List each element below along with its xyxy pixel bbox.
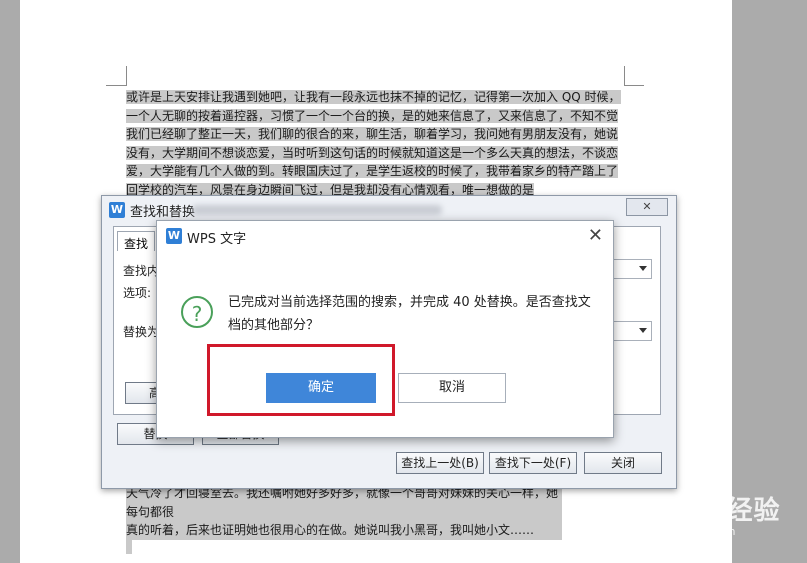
message-text: 已完成对当前选择范围的搜索，并完成 40 处替换。是否查找文档的其他部分？ xyxy=(228,295,591,333)
find-content-label: 查找内 xyxy=(123,264,160,278)
replace-with-label: 替换为 xyxy=(123,325,160,339)
close-icon[interactable]: ✕ xyxy=(588,225,603,246)
doc-line: 天气冷了才回寝室去。我还嘱咐她好多好多，就像一个哥哥对妹妹的关心一样，她每句都很 xyxy=(126,486,559,519)
find-replace-titlebar[interactable]: W 查找和替换 ✕ xyxy=(102,196,676,223)
close-icon[interactable]: ✕ xyxy=(626,198,668,216)
document-text-bottom[interactable]: 天气冷了才回寝室去。我还嘱咐她好多好多，就像一个哥哥对妹妹的关心一样，她每句都很… xyxy=(126,484,562,540)
document-text[interactable]: 或许是上天安排让我遇到她吧，让我有一段永远也抹不掉的记忆，记得第一次加入 QQ … xyxy=(126,88,624,200)
tab-find[interactable]: 查找 xyxy=(117,231,155,251)
doc-line: 或许是上天安排让我遇到她吧，让我有一段永远也抹不掉的记忆，记得第一次加入 QQ … xyxy=(126,90,621,104)
baidu-jingyan-watermark: Bai du 经验 jingyan.baidu.com xyxy=(618,490,781,538)
blurred-title-area xyxy=(192,205,442,215)
margin-mark-right-h xyxy=(624,85,644,86)
message-title: WPS 文字 xyxy=(187,232,247,247)
chevron-down-icon[interactable] xyxy=(639,266,647,271)
wps-app-icon: W xyxy=(166,228,182,244)
find-previous-button[interactable]: 查找上一处(B) xyxy=(396,452,484,474)
margin-mark-left-v xyxy=(126,66,127,86)
cancel-button[interactable]: 取消 xyxy=(398,373,506,403)
chevron-down-icon[interactable] xyxy=(639,328,647,333)
find-next-button[interactable]: 查找下一处(F) xyxy=(489,452,577,474)
selection-stub xyxy=(126,536,132,554)
find-replace-title: 查找和替换 xyxy=(130,205,196,220)
watermark-brand: Bai du 经验 xyxy=(618,496,781,526)
wps-app-icon: W xyxy=(109,202,125,218)
message-titlebar[interactable]: W WPS 文字 ✕ xyxy=(157,221,613,251)
margin-mark-right-v xyxy=(624,66,625,86)
close-button[interactable]: 关闭 xyxy=(584,452,662,474)
margin-mark-left-h xyxy=(106,85,126,86)
options-label: 选项: xyxy=(123,286,152,300)
highlight-annotation-box xyxy=(207,344,395,416)
question-icon: ? xyxy=(181,296,213,328)
doc-line: 真的听着，后来也证明她也很用心的在做。她说叫我小黑哥，我叫她小文…… xyxy=(126,523,535,538)
